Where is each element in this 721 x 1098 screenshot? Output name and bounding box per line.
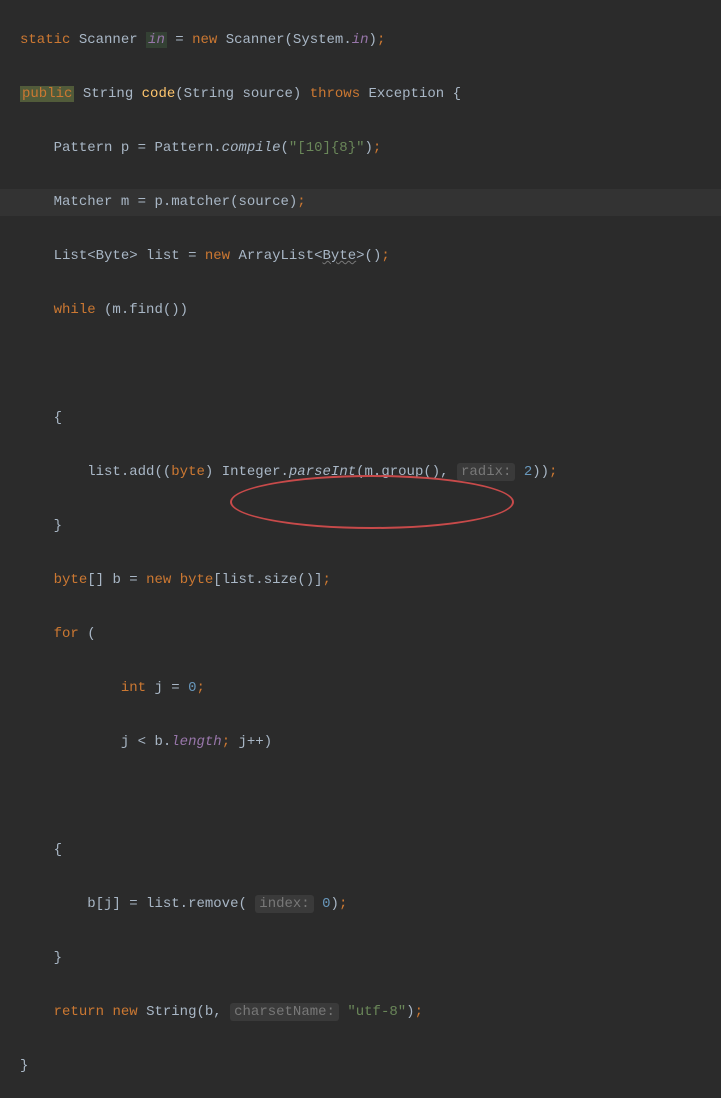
code-line: for ( bbox=[20, 621, 721, 648]
code-line: } bbox=[20, 513, 721, 540]
code-line: public String code(String source) throws… bbox=[20, 81, 721, 108]
code-line bbox=[20, 351, 721, 378]
code-line bbox=[20, 783, 721, 810]
code-line: j < b.length; j++) bbox=[20, 729, 721, 756]
code-line: { bbox=[20, 837, 721, 864]
code-line: } bbox=[20, 1053, 721, 1080]
code-line: Pattern p = Pattern.compile("[10]{8}"); bbox=[20, 135, 721, 162]
code-line: while (m.find()) bbox=[20, 297, 721, 324]
code-line: b[j] = list.remove( index: 0); bbox=[20, 891, 721, 918]
code-line: } bbox=[20, 945, 721, 972]
code-line: { bbox=[20, 405, 721, 432]
code-editor[interactable]: static Scanner in = new Scanner(System.i… bbox=[0, 0, 721, 1098]
code-line: list.add((byte) Integer.parseInt(m.group… bbox=[20, 459, 721, 486]
param-hint-charsetname: charsetName: bbox=[230, 1003, 339, 1021]
code-line-highlighted: Matcher m = p.matcher(source); bbox=[0, 189, 721, 216]
param-hint-radix: radix: bbox=[457, 463, 515, 481]
code-line: List<Byte> list = new ArrayList<Byte>(); bbox=[20, 243, 721, 270]
code-line: int j = 0; bbox=[20, 675, 721, 702]
code-line: byte[] b = new byte[list.size()]; bbox=[20, 567, 721, 594]
param-hint-index: index: bbox=[255, 895, 313, 913]
field-in: in bbox=[146, 32, 167, 48]
code-line: static Scanner in = new Scanner(System.i… bbox=[20, 27, 721, 54]
code-line: return new String(b, charsetName: "utf-8… bbox=[20, 999, 721, 1026]
